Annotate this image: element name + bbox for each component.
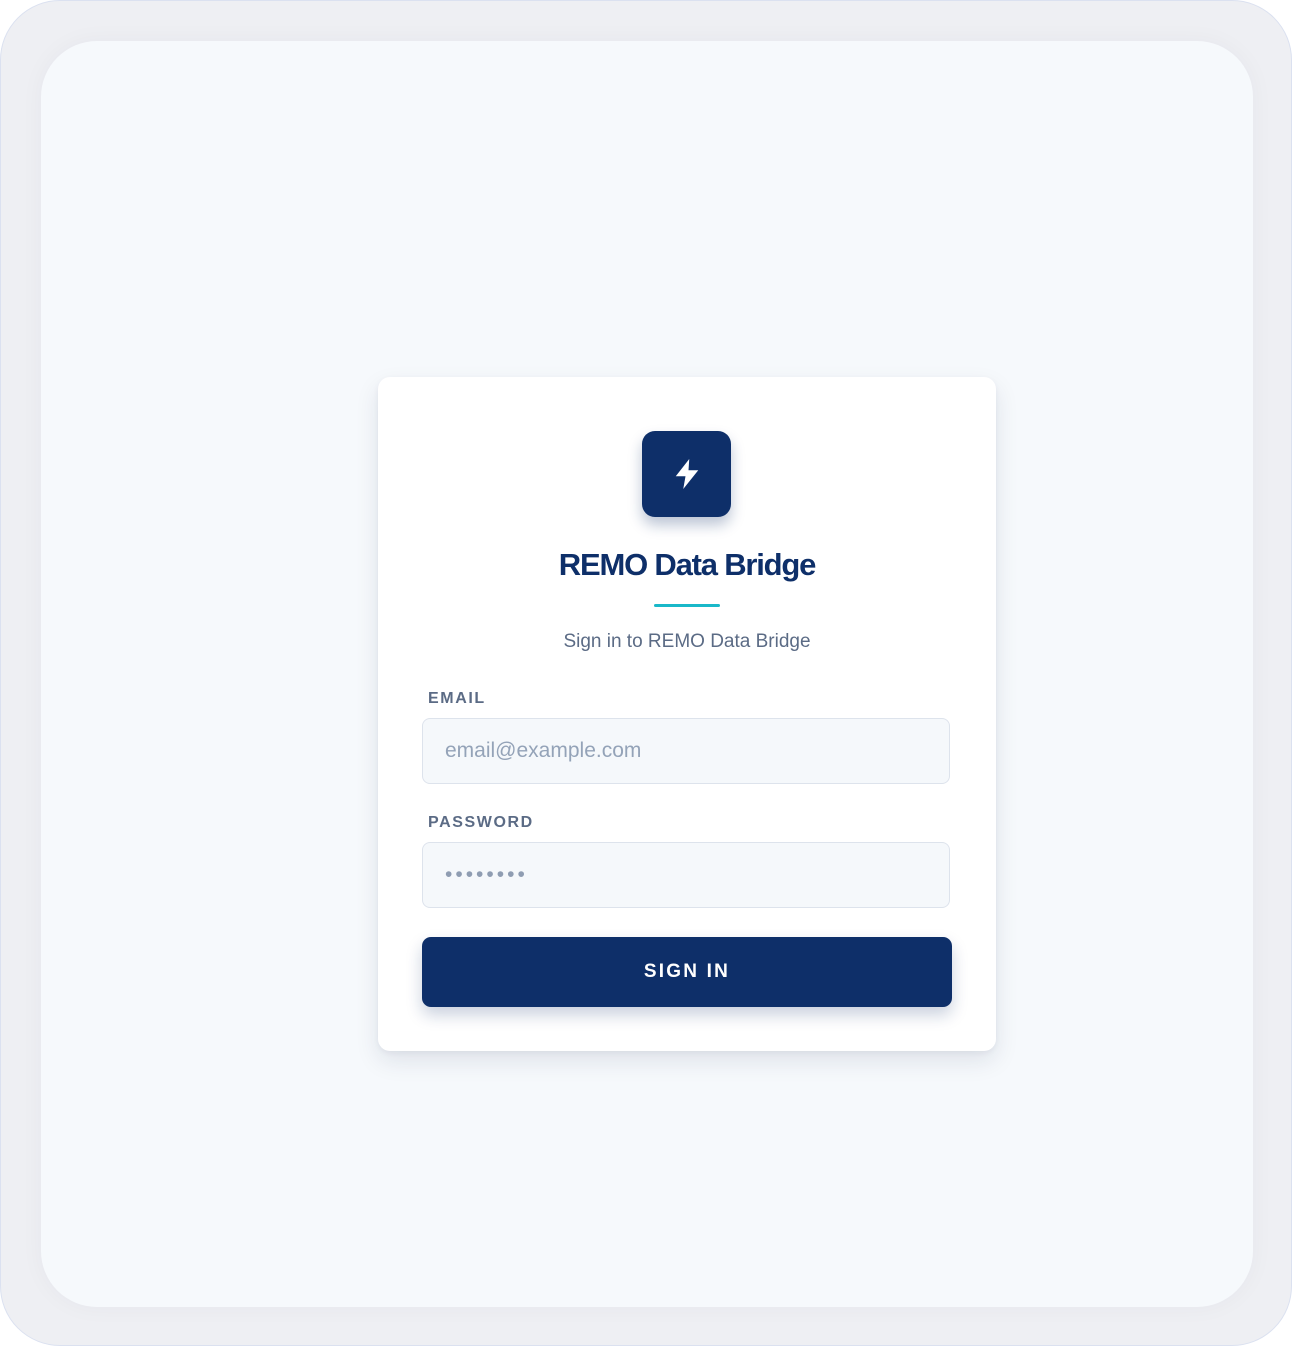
- app-window: REMO Data Bridge Sign in to REMO Data Br…: [41, 41, 1253, 1307]
- password-input[interactable]: [422, 842, 950, 908]
- signin-subtitle: Sign in to REMO Data Bridge: [563, 631, 811, 652]
- device-frame: REMO Data Bridge Sign in to REMO Data Br…: [0, 0, 1292, 1346]
- password-label: PASSWORD: [428, 814, 534, 831]
- lightning-bolt-icon: [675, 459, 698, 489]
- email-label: EMAIL: [428, 690, 486, 707]
- app-title: REMO Data Bridge: [558, 547, 817, 582]
- title-accent-divider: [654, 604, 720, 607]
- app-logo: [642, 431, 731, 517]
- login-card: REMO Data Bridge Sign in to REMO Data Br…: [378, 377, 996, 1051]
- sign-in-button[interactable]: SIGN IN: [422, 937, 952, 1007]
- email-input[interactable]: [422, 718, 950, 784]
